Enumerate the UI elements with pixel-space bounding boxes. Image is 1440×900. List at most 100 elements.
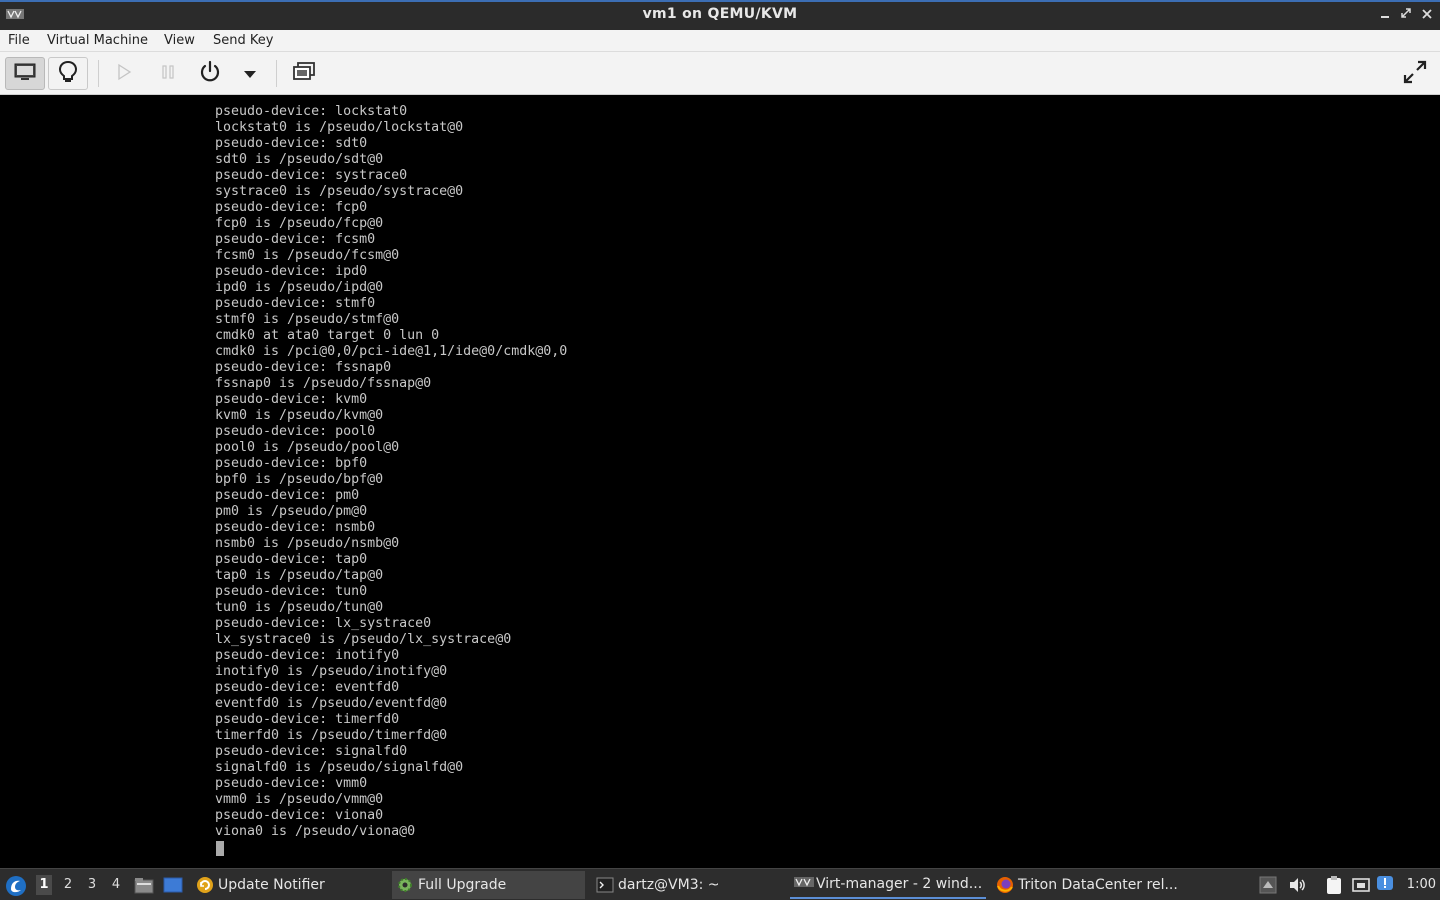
close-icon[interactable]: [1418, 6, 1436, 24]
clock[interactable]: 1:00: [1407, 877, 1436, 892]
console-line: pseudo-device: lx_systrace0: [215, 616, 432, 631]
distro-logo-icon[interactable]: [5, 875, 26, 896]
console-line: sdt0 is /pseudo/sdt@0: [215, 152, 384, 167]
console-line: pseudo-device: ipd0: [215, 264, 368, 279]
pause-button[interactable]: [148, 57, 188, 90]
task-label: dartz@VM3: ~: [618, 877, 720, 893]
console-line: fcp0 is /pseudo/fcp@0: [215, 216, 384, 231]
show-desktop-icon[interactable]: [163, 875, 183, 895]
pause-icon: [160, 64, 176, 84]
monitor-icon: [14, 63, 36, 85]
console-line: pseudo-device: tap0: [215, 552, 368, 567]
task-terminal[interactable]: dartz@VM3: ~: [592, 871, 785, 899]
shutdown-button[interactable]: [190, 57, 230, 90]
console-line: stmf0 is /pseudo/stmf@0: [215, 312, 400, 327]
task-full-upgrade[interactable]: Full Upgrade: [392, 871, 585, 899]
console-line: pseudo-device: lockstat0: [215, 104, 408, 119]
console-line: nsmb0 is /pseudo/nsmb@0: [215, 536, 400, 551]
menu-bar: File Virtual Machine View Send Key: [0, 30, 1440, 52]
lightbulb-icon: [58, 60, 78, 88]
details-view-button[interactable]: [48, 57, 88, 90]
maximize-icon[interactable]: [1397, 6, 1415, 24]
console-line: pseudo-device: sdt0: [215, 136, 368, 151]
update-notifier-icon: [196, 876, 214, 894]
minimize-icon[interactable]: [1376, 6, 1394, 24]
console-line: vmm0 is /pseudo/vmm@0: [215, 792, 384, 807]
virt-manager-window: vm1 on QEMU/KVM File Virtual Machine Vie…: [0, 0, 1440, 900]
console-line: pseudo-device: fcsm0: [215, 232, 376, 247]
console-line: fssnap0 is /pseudo/fssnap@0: [215, 376, 432, 391]
power-icon: [198, 60, 222, 88]
task-virt-manager[interactable]: Virt-manager - 2 wind...: [790, 871, 986, 899]
menu-send-key[interactable]: Send Key: [213, 32, 273, 50]
console-line: pseudo-device: stmf0: [215, 296, 376, 311]
tray-up-arrow-icon[interactable]: [1259, 875, 1279, 895]
console-line: pm0 is /pseudo/pm@0: [215, 504, 368, 519]
console-line: lockstat0 is /pseudo/lockstat@0: [215, 120, 464, 135]
vm-console[interactable]: pseudo-device: lockstat0 lockstat0 is /ps…: [0, 95, 1440, 868]
console-line: cmdk0 is /pci@0,0/pci-ide@1,1/ide@0/cmdk…: [215, 344, 568, 359]
menu-virtual-machine[interactable]: Virtual Machine: [47, 32, 148, 50]
workspace-4[interactable]: 4: [108, 877, 124, 892]
console-view-button[interactable]: [5, 57, 45, 90]
console-line: signalfd0 is /pseudo/signalfd@0: [215, 760, 464, 775]
console-line: cmdk0 at ata0 target 0 lun 0: [215, 328, 440, 343]
console-line: pseudo-device: eventfd0: [215, 680, 400, 695]
shutdown-menu-button[interactable]: [230, 57, 270, 90]
console-line: inotify0 is /pseudo/inotify@0: [215, 664, 448, 679]
window-title: vm1 on QEMU/KVM: [642, 6, 798, 22]
workspace-1[interactable]: 1: [36, 875, 52, 895]
task-label: Virt-manager - 2 wind...: [816, 876, 983, 892]
task-firefox[interactable]: Triton DataCenter rel...: [992, 871, 1192, 899]
terminal-icon: [596, 876, 614, 894]
virt-manager-icon: [794, 875, 814, 893]
console-line: pool0 is /pseudo/pool@0: [215, 440, 400, 455]
clipboard-icon[interactable]: [1324, 875, 1344, 895]
task-label: Triton DataCenter rel...: [1018, 877, 1178, 893]
console-line: systrace0 is /pseudo/systrace@0: [215, 184, 464, 199]
console-cursor: [216, 841, 224, 856]
console-line: eventfd0 is /pseudo/eventfd@0: [215, 696, 448, 711]
menu-file[interactable]: File: [8, 32, 30, 50]
menu-view[interactable]: View: [164, 32, 195, 50]
task-label: Full Upgrade: [418, 877, 507, 893]
screenshot-button[interactable]: [284, 57, 324, 90]
console-line: pseudo-device: fcp0: [215, 200, 368, 215]
firefox-icon: [996, 876, 1014, 894]
console-line: pseudo-device: signalfd0: [215, 744, 408, 759]
console-line: pseudo-device: systrace0: [215, 168, 408, 183]
notification-icon[interactable]: [1376, 875, 1396, 895]
task-update-notifier[interactable]: Update Notifier: [192, 871, 388, 899]
console-line: ipd0 is /pseudo/ipd@0: [215, 280, 384, 295]
fullscreen-button[interactable]: [1395, 57, 1435, 90]
console-line: pseudo-device: pm0: [215, 488, 360, 503]
screenshot-icon: [292, 61, 316, 86]
console-line: pseudo-device: kvm0: [215, 392, 368, 407]
task-label: Update Notifier: [218, 877, 325, 893]
toolbar-separator: [98, 60, 99, 87]
file-manager-icon[interactable]: [134, 875, 154, 895]
console-line: timerfd0 is /pseudo/timerfd@0: [215, 728, 448, 743]
title-bar: vm1 on QEMU/KVM: [0, 0, 1440, 30]
console-line: pseudo-device: inotify0: [215, 648, 400, 663]
chevron-down-icon: [243, 64, 257, 83]
gear-icon: [396, 876, 414, 894]
fullscreen-icon: [1402, 59, 1428, 89]
console-line: pseudo-device: timerfd0: [215, 712, 400, 727]
run-button[interactable]: [104, 57, 144, 90]
taskbar: 1 2 3 4 Update Notifier Full Upgrade dar…: [0, 868, 1440, 900]
workspace-3[interactable]: 3: [84, 877, 100, 892]
toolbar: [0, 52, 1440, 95]
console-line: pseudo-device: fssnap0: [215, 360, 392, 375]
toolbar-separator: [276, 60, 277, 87]
workspace-2[interactable]: 2: [60, 877, 76, 892]
console-line: bpf0 is /pseudo/bpf@0: [215, 472, 384, 487]
network-icon[interactable]: [1351, 875, 1371, 895]
console-line: pseudo-device: viona0: [215, 808, 384, 823]
console-line: viona0 is /pseudo/viona@0: [215, 824, 416, 839]
console-line: pseudo-device: bpf0: [215, 456, 368, 471]
console-line: lx_systrace0 is /pseudo/lx_systrace@0: [215, 632, 512, 647]
console-line: fcsm0 is /pseudo/fcsm@0: [215, 248, 400, 263]
console-line: pseudo-device: vmm0: [215, 776, 368, 791]
volume-icon[interactable]: [1287, 875, 1307, 895]
